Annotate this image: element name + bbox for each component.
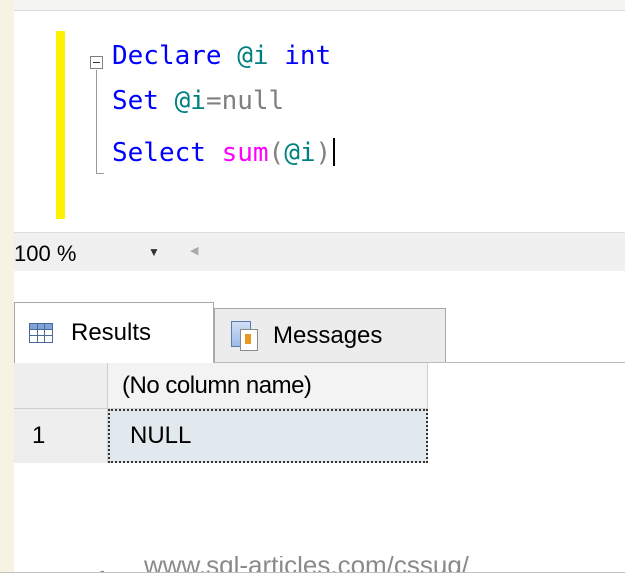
open-paren: ( xyxy=(268,138,285,168)
keyword-declare: Declare xyxy=(112,41,222,71)
tab-results-label: Results xyxy=(71,319,152,346)
results-grid-icon xyxy=(29,323,53,343)
scroll-left-icon[interactable]: ◀ xyxy=(190,244,198,257)
keyword-select: Select xyxy=(112,138,206,168)
code-line-3[interactable]: Select sum(@i) xyxy=(112,138,336,168)
chevron-down-icon[interactable]: ▼ xyxy=(148,245,160,259)
footer-url: www.sql-articles.com/cssug/ xyxy=(144,556,470,573)
text-cursor xyxy=(333,138,336,166)
tab-results[interactable]: Results xyxy=(14,302,214,363)
type-int: int xyxy=(284,41,332,71)
zoom-level[interactable]: 100 % xyxy=(14,241,76,267)
variable-token: @i xyxy=(237,41,269,71)
tab-messages-label: Messages xyxy=(273,321,383,349)
function-sum: sum xyxy=(221,138,269,168)
close-paren: ) xyxy=(315,138,332,168)
tab-messages[interactable]: Messages xyxy=(214,308,446,362)
outline-guide xyxy=(96,70,97,174)
row-number[interactable]: 1 xyxy=(14,409,108,463)
query-editor[interactable]: Declare @i int Set @i=null Select sum(@i… xyxy=(14,11,625,230)
variable-token: @i xyxy=(174,86,206,116)
assign-operator: = xyxy=(205,86,222,116)
code-line-1[interactable]: Declare @i int xyxy=(112,41,331,71)
ssms-window: Declare @i int Set @i=null Select sum(@i… xyxy=(14,0,625,573)
results-grid: (No column name) 1 NULL xyxy=(14,363,625,573)
result-cell[interactable]: NULL xyxy=(108,409,428,463)
column-header[interactable]: (No column name) xyxy=(108,363,428,409)
results-tab-strip: Results Messages xyxy=(14,294,625,363)
zoom-bar: 100 % ▼ ◀ xyxy=(14,232,625,271)
grid-corner[interactable] xyxy=(14,363,108,409)
null-literal: null xyxy=(221,86,285,116)
keyword-set: Set xyxy=(112,86,159,116)
slide-footer: - www.sql-articles.com/cssug/ xyxy=(0,556,625,573)
outline-guide-end xyxy=(96,173,104,174)
code-line-2[interactable]: Set @i=null xyxy=(112,86,284,116)
messages-icon xyxy=(231,320,259,351)
collapse-icon[interactable] xyxy=(90,56,103,69)
variable-token: @i xyxy=(284,138,316,168)
change-tracking-bar xyxy=(56,31,65,219)
cropped-previous-line xyxy=(14,0,625,11)
